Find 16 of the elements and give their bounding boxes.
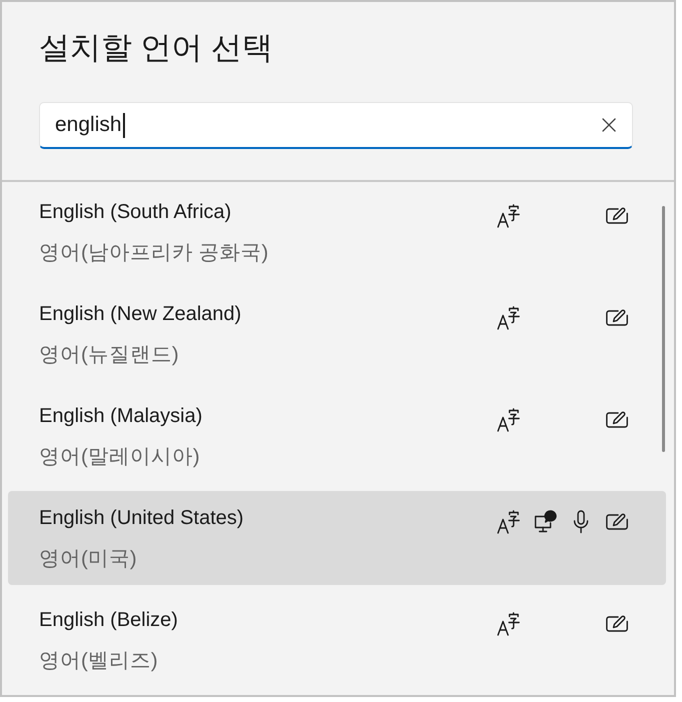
localized-name: 영어(벨리즈) [39,648,159,674]
close-icon [602,118,616,132]
scrollbar-thumb[interactable] [662,206,665,452]
localized-name: 영어(뉴질랜드) [39,342,180,368]
text-cursor-icon [122,113,125,138]
language-name: English (South Africa) [39,200,232,225]
localized-name: 영어(남아프리카 공화국) [39,240,270,266]
language-name: English (New Zealand) [39,302,242,327]
localized-name: 영어(말레이시아) [39,444,201,470]
dialog-title: 설치할 언어 선택 [39,29,274,67]
language-name: English (Belize) [39,608,179,633]
language-name: English (United States) [39,506,245,531]
search-field[interactable]: english [39,102,633,149]
language-item[interactable]: English (United States) 영어(미국) [8,491,666,585]
language-name: English (Malaysia) [39,404,204,429]
localized-name: 영어(미국) [39,546,138,572]
